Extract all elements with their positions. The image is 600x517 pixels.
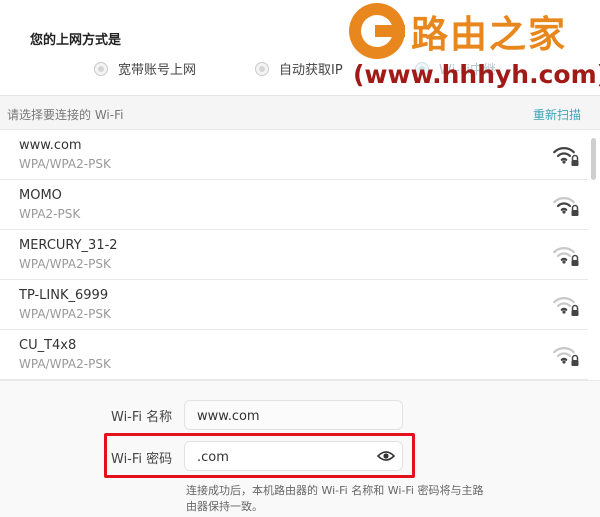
- radio-broadband[interactable]: 宽带账号上网: [94, 59, 196, 78]
- wifi-list-hint: 请选择要连接的 Wi-Fi: [7, 108, 124, 122]
- radio-auto-ip-label: 自动获取IP: [279, 63, 343, 78]
- wifi-signal-lock-icon: [553, 347, 579, 366]
- wifi-network-item[interactable]: www.com WPA/WPA2-PSK: [0, 130, 588, 180]
- network-security: WPA/WPA2-PSK: [19, 357, 111, 371]
- wifi-name-label: Wi-Fi 名称: [111, 410, 173, 425]
- network-ssid: MERCURY_31-2: [19, 238, 118, 253]
- wifi-network-item[interactable]: TP-LINK_6999 WPA/WPA2-PSK: [0, 280, 588, 330]
- network-security: WPA/WPA2-PSK: [19, 257, 111, 271]
- connection-type-title: 您的上网方式是: [30, 33, 122, 48]
- wifi-signal-lock-icon: [553, 247, 579, 266]
- network-security: WPA/WPA2-PSK: [19, 157, 111, 171]
- wifi-network-item[interactable]: MERCURY_31-2 WPA/WPA2-PSK: [0, 230, 588, 280]
- radio-broadband-dot[interactable]: [94, 61, 108, 76]
- network-security: WPA/WPA2-PSK: [19, 307, 111, 321]
- radio-auto-ip[interactable]: 自动获取IP: [255, 59, 343, 78]
- watermark-logo: 路由之家 (www.hhhyh.com): [345, 0, 600, 100]
- network-ssid: www.com: [19, 138, 82, 153]
- wifi-signal-lock-icon: [553, 197, 579, 216]
- watermark-name: 路由之家: [411, 13, 567, 56]
- wifi-network-item[interactable]: MOMO WPA2-PSK: [0, 180, 588, 230]
- wifi-network-list: www.com WPA/WPA2-PSK MOMO WPA2-PSK MERCU…: [0, 130, 600, 381]
- wifi-list-scrollbar[interactable]: [591, 138, 596, 180]
- network-ssid: CU_T4x8: [19, 338, 77, 353]
- wifi-signal-lock-icon: [553, 147, 579, 166]
- wifi-password-field[interactable]: .com: [184, 441, 403, 471]
- wifi-password-label: Wi-Fi 密码: [111, 452, 173, 467]
- wifi-signal-lock-icon: [553, 297, 579, 316]
- wifi-password-value: .com: [197, 450, 229, 465]
- watermark-url: (www.hhhyh.com): [353, 60, 600, 89]
- radio-auto-ip-dot[interactable]: [255, 61, 269, 76]
- radio-broadband-label: 宽带账号上网: [118, 63, 197, 78]
- eye-icon[interactable]: [377, 450, 395, 462]
- network-ssid: TP-LINK_6999: [19, 288, 109, 303]
- sync-note: 连接成功后，本机路由器的 Wi-Fi 名称和 Wi-Fi 密码将与主路由器保持一…: [186, 484, 484, 513]
- rescan-link[interactable]: 重新扫描: [533, 106, 581, 123]
- wifi-name-field[interactable]: www.com: [184, 400, 403, 430]
- wifi-network-item[interactable]: CU_T4x8 WPA/WPA2-PSK: [0, 330, 588, 380]
- brand-mark-icon: [349, 3, 405, 59]
- wifi-name-value: www.com: [197, 409, 260, 424]
- wifi-list-header: 请选择要连接的 Wi-Fi 重新扫描: [0, 95, 600, 130]
- network-ssid: MOMO: [19, 188, 62, 203]
- network-security: WPA2-PSK: [19, 207, 81, 221]
